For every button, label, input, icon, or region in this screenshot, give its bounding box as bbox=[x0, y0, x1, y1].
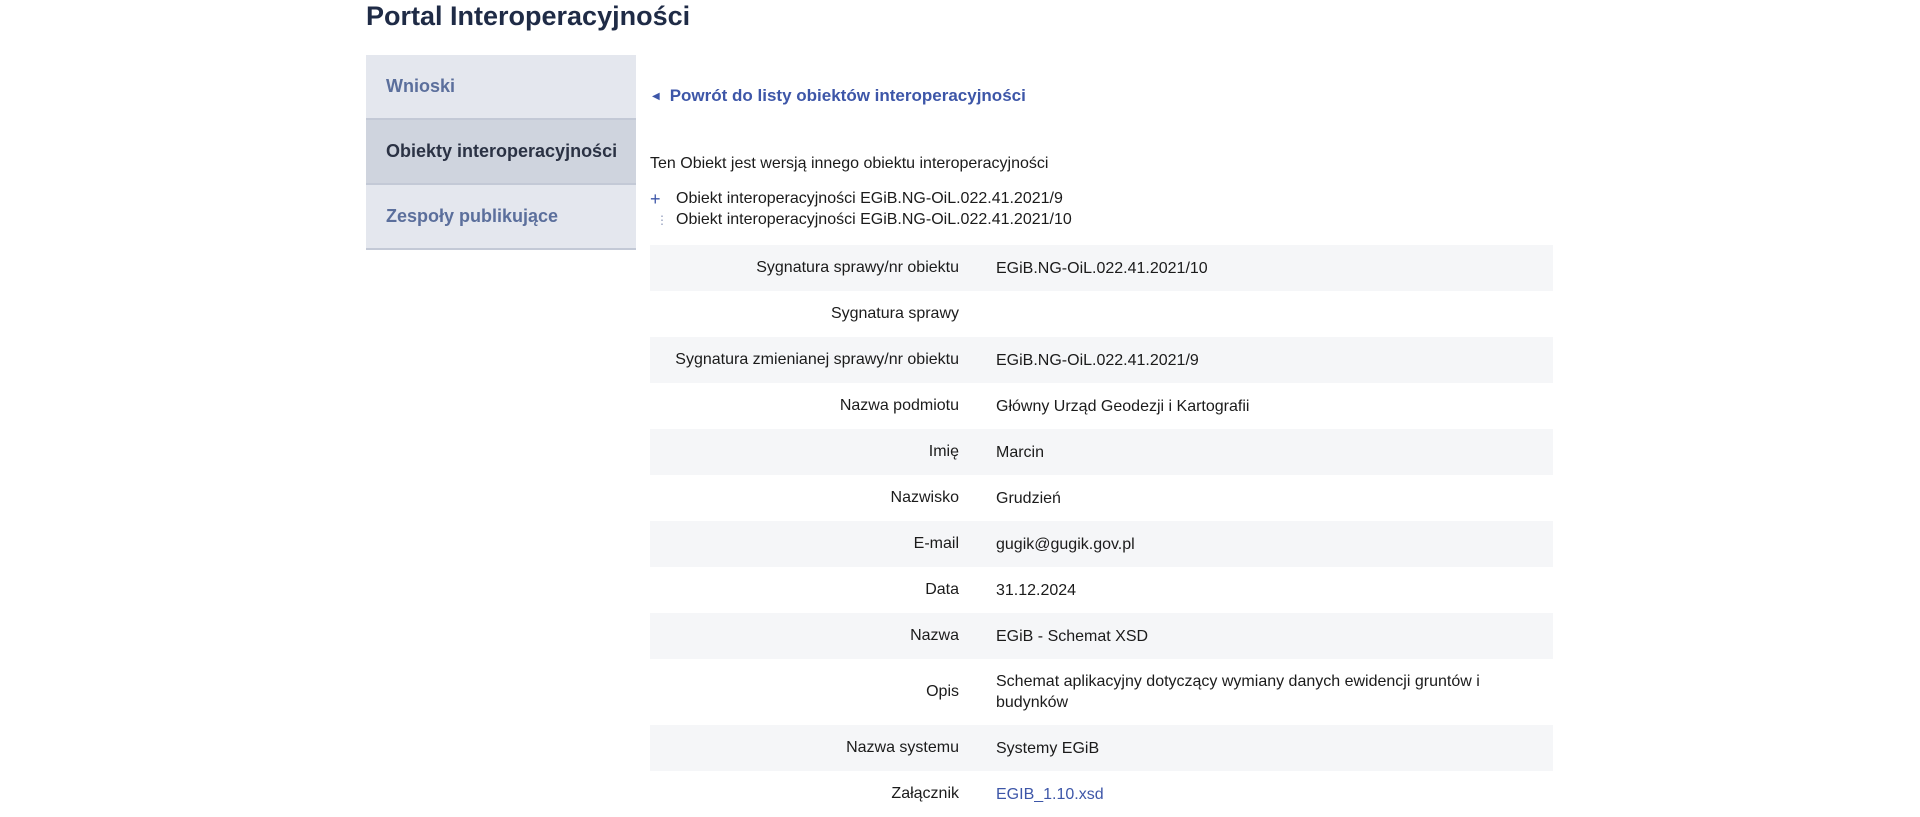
sidebar-item-obiekty[interactable]: Obiekty interoperacyjności bbox=[366, 120, 636, 185]
detail-label: Nazwisko bbox=[890, 489, 959, 506]
detail-row: Sygnatura zmienianej sprawy/nr obiektu E… bbox=[650, 337, 1553, 383]
detail-row: Nazwa podmiotu Główny Urząd Geodezji i K… bbox=[650, 383, 1553, 429]
detail-value bbox=[996, 312, 1553, 316]
detail-value: Systemy EGiB bbox=[996, 739, 1100, 757]
page-title: Portal Interoperacyjności bbox=[366, 1, 691, 31]
attachment-link[interactable]: EGIB_1.10.xsd bbox=[996, 786, 1104, 803]
detail-row: Załącznik EGIB_1.10.xsd bbox=[650, 771, 1553, 817]
detail-value: Schemat aplikacyjny dotyczący wymiany da… bbox=[996, 673, 1480, 711]
plus-icon[interactable]: + bbox=[650, 190, 676, 208]
sidebar-item-wnioski[interactable]: Wnioski bbox=[366, 55, 636, 120]
version-tree: + Obiekt interoperacyjności EGiB.NG-OiL.… bbox=[650, 188, 1553, 230]
sidebar: Wnioski Obiekty interoperacyjności Zespo… bbox=[366, 55, 636, 250]
detail-row: E-mail gugik@gugik.gov.pl bbox=[650, 521, 1553, 567]
detail-row: Data 31.12.2024 bbox=[650, 567, 1553, 613]
tree-item: ⋮ Obiekt interoperacyjności EGiB.NG-OiL.… bbox=[650, 209, 1553, 230]
sidebar-item-label: Obiekty interoperacyjności bbox=[386, 141, 618, 161]
tree-branch-icon: ⋮ bbox=[656, 212, 668, 227]
detail-label: Załącznik bbox=[891, 785, 959, 802]
version-info-text: Ten Obiekt jest wersją innego obiektu in… bbox=[650, 155, 1049, 172]
detail-row: Opis Schemat aplikacyjny dotyczący wymia… bbox=[650, 659, 1553, 725]
tree-item-label: Obiekt interoperacyjności EGiB.NG-OiL.02… bbox=[676, 210, 1072, 228]
detail-value: Grudzień bbox=[996, 489, 1061, 507]
detail-value: EGiB.NG-OiL.022.41.2021/10 bbox=[996, 259, 1208, 277]
detail-value: gugik@gugik.gov.pl bbox=[996, 535, 1135, 553]
detail-label: Nazwa systemu bbox=[846, 739, 959, 756]
detail-label: Sygnatura sprawy/nr obiektu bbox=[756, 259, 959, 276]
detail-label: Sygnatura zmienianej sprawy/nr obiektu bbox=[675, 351, 959, 368]
back-link-label: Powrót do listy obiektów interoperacyjno… bbox=[669, 86, 1026, 105]
detail-value: Główny Urząd Geodezji i Kartografii bbox=[996, 397, 1250, 415]
detail-value: 31.12.2024 bbox=[996, 581, 1077, 599]
detail-label: Data bbox=[925, 581, 959, 598]
detail-label: Nazwa podmiotu bbox=[839, 397, 959, 414]
details-table: Sygnatura sprawy/nr obiektu EGiB.NG-OiL.… bbox=[650, 245, 1553, 817]
detail-label: Nazwa bbox=[910, 627, 959, 644]
detail-row: Nazwa EGiB - Schemat XSD bbox=[650, 613, 1553, 659]
detail-row: Imię Marcin bbox=[650, 429, 1553, 475]
main-content: ◀ Powrót do listy obiektów interoperacyj… bbox=[650, 55, 1553, 817]
caret-left-icon: ◀ bbox=[652, 90, 660, 102]
detail-row: Sygnatura sprawy bbox=[650, 291, 1553, 337]
detail-label: Sygnatura sprawy bbox=[830, 305, 959, 322]
detail-value: EGIB_1.10.xsd bbox=[996, 782, 1553, 807]
detail-label: Imię bbox=[928, 443, 959, 460]
detail-value: EGiB.NG-OiL.022.41.2021/9 bbox=[996, 351, 1199, 369]
tree-item[interactable]: + Obiekt interoperacyjności EGiB.NG-OiL.… bbox=[650, 188, 1553, 209]
sidebar-item-label: Wnioski bbox=[386, 76, 456, 96]
detail-row: Nazwa systemu Systemy EGiB bbox=[650, 725, 1553, 771]
tree-item-label: Obiekt interoperacyjności EGiB.NG-OiL.02… bbox=[676, 189, 1063, 207]
sidebar-item-label: Zespoły publikujące bbox=[386, 206, 559, 226]
detail-label: Opis bbox=[926, 683, 959, 700]
detail-label: E-mail bbox=[913, 535, 959, 552]
detail-row: Sygnatura sprawy/nr obiektu EGiB.NG-OiL.… bbox=[650, 245, 1553, 291]
sidebar-item-zespoly[interactable]: Zespoły publikujące bbox=[366, 185, 636, 250]
detail-row: Nazwisko Grudzień bbox=[650, 475, 1553, 521]
detail-value: Marcin bbox=[996, 443, 1045, 461]
back-to-list-link[interactable]: ◀ Powrót do listy obiektów interoperacyj… bbox=[650, 86, 1553, 106]
detail-value: EGiB - Schemat XSD bbox=[996, 627, 1149, 645]
